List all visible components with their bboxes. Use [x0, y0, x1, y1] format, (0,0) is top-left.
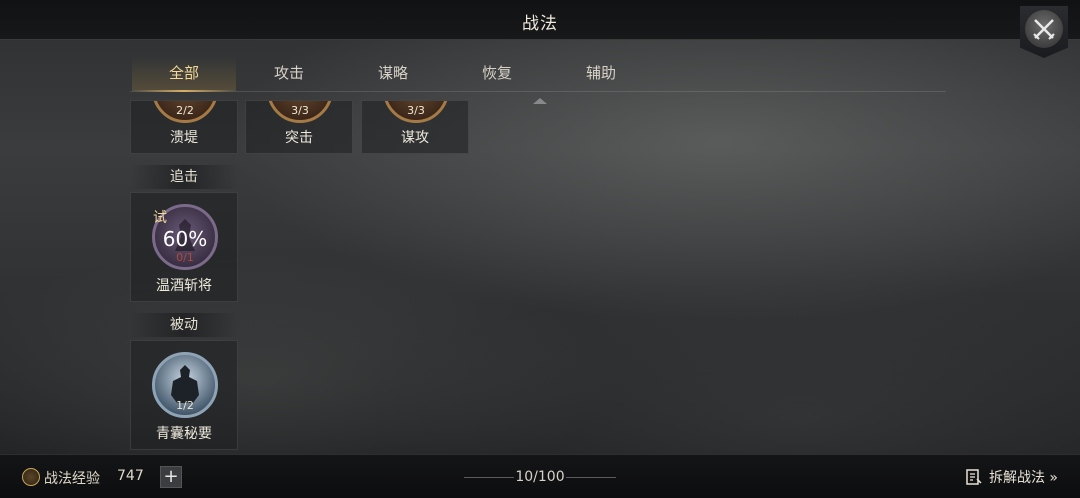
- close-button[interactable]: [1020, 6, 1068, 58]
- tactic-card[interactable]: 0/1 试 60% 温酒斩将: [130, 192, 238, 302]
- tactic-card[interactable]: 3/3 谋攻: [361, 100, 469, 154]
- crossed-swords-icon: [1025, 10, 1063, 48]
- tactic-count: 0/1: [176, 251, 194, 264]
- disassemble-label: 拆解战法 »: [988, 470, 1058, 486]
- tactic-medal: 3/3: [383, 101, 449, 123]
- tactic-count: 1/2: [176, 399, 194, 412]
- bottom-bar: 战法经验 747 + 10/100 拆解战法 »: [0, 454, 1080, 498]
- tactic-name: 谋攻: [401, 130, 429, 146]
- tab-recovery[interactable]: 恢复: [445, 56, 549, 91]
- tab-strategy[interactable]: 谋略: [341, 56, 445, 91]
- tactic-capacity: 10/100: [515, 469, 565, 485]
- tactic-medal: 1/2: [152, 352, 218, 418]
- tactic-name: 温酒斩将: [156, 278, 212, 294]
- tactic-name: 突击: [285, 130, 313, 146]
- tactic-card[interactable]: 3/3 突击: [245, 100, 353, 154]
- tactic-count: 2/2: [176, 104, 194, 117]
- tactic-name: 青囊秘要: [156, 426, 212, 442]
- tab-all[interactable]: 全部: [132, 56, 236, 92]
- tactic-card[interactable]: 2/2 溃堤: [130, 100, 238, 154]
- category-tabs: 全部 攻击 谋略 恢复 辅助: [130, 56, 946, 92]
- tactic-medal: 2/2: [152, 101, 218, 123]
- top-bar: 战法: [0, 0, 1080, 40]
- document-list-icon: [966, 469, 982, 485]
- section-label-pursuit: 追击: [130, 165, 238, 189]
- tactic-card[interactable]: 1/2 青囊秘要: [130, 340, 238, 450]
- tactic-count: 3/3: [291, 104, 309, 117]
- page-title: 战法: [522, 14, 558, 34]
- tab-support[interactable]: 辅助: [549, 56, 653, 91]
- trial-badge: 试: [153, 210, 167, 226]
- disassemble-button[interactable]: 拆解战法 »: [965, 467, 1058, 487]
- tab-attack[interactable]: 攻击: [237, 56, 341, 91]
- tactic-count: 3/3: [407, 104, 425, 117]
- progress-percent: 60%: [162, 227, 208, 251]
- tactic-medal: 3/3: [267, 101, 333, 123]
- divider-right: [566, 477, 616, 478]
- tactic-name: 溃堤: [170, 130, 198, 146]
- section-label-passive: 被动: [130, 313, 238, 337]
- scroll-up-indicator-icon: [533, 98, 547, 104]
